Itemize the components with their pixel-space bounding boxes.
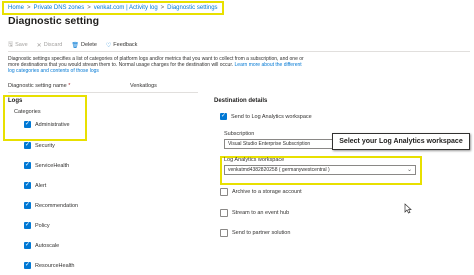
category-label: Alert bbox=[35, 182, 47, 189]
logs-heading: Logs bbox=[8, 98, 23, 104]
discard-label: Discard bbox=[43, 42, 63, 48]
delete-label: Delete bbox=[80, 42, 97, 48]
setting-name-label-text: Diagnostic setting name bbox=[8, 83, 67, 89]
discard-button[interactable]: ✕ Discard bbox=[37, 42, 63, 49]
workspace-label-text: Log Analytics workspace bbox=[224, 157, 285, 163]
archive-storage-label: Archive to a storage account bbox=[232, 189, 302, 195]
category-alert[interactable]: ✓ Alert bbox=[24, 182, 46, 189]
subscription-dropdown[interactable]: Visual Studio Enterprise Subscription bbox=[224, 139, 337, 149]
breadcrumb-home[interactable]: Home bbox=[8, 5, 24, 11]
breadcrumb-separator: > bbox=[87, 5, 91, 11]
delete-button[interactable]: 🗑 Delete bbox=[71, 42, 97, 49]
checkbox-unchecked-icon bbox=[220, 209, 228, 217]
breadcrumb-dns-zones[interactable]: Private DNS zones bbox=[34, 5, 85, 11]
category-label: Autoscale bbox=[35, 242, 60, 249]
category-label: Recommendation bbox=[35, 202, 79, 209]
breadcrumb-separator: > bbox=[160, 5, 165, 11]
close-icon: ✕ bbox=[36, 42, 42, 49]
workspace-dropdown[interactable]: venkatmd4382820258 ( germanywestcentral … bbox=[224, 165, 416, 175]
breadcrumb: Home > Private DNS zones > venkat.com | … bbox=[2, 1, 224, 15]
required-marker: * bbox=[68, 83, 71, 89]
workspace-label: Log Analytics workspace bbox=[224, 157, 284, 163]
checkbox-checked-icon: ✓ bbox=[24, 142, 31, 149]
callout-select-workspace: Select your Log Analytics workspace bbox=[332, 133, 470, 150]
workspace-value: venkatmd4382820258 ( germanywestcentral … bbox=[228, 167, 330, 173]
category-label: ResourceHealth bbox=[35, 262, 75, 269]
breadcrumb-separator: > bbox=[27, 5, 31, 11]
checkbox-checked-icon: ✓ bbox=[220, 113, 227, 120]
subscription-label: Subscription bbox=[224, 131, 255, 137]
send-log-analytics-label: Send to Log Analytics workspace bbox=[231, 113, 312, 120]
stream-event-hub-label: Stream to an event hub bbox=[232, 210, 290, 216]
category-servicehealth[interactable]: ✓ ServiceHealth bbox=[24, 162, 69, 169]
save-label: Save bbox=[15, 42, 28, 48]
checkbox-checked-icon: ✓ bbox=[24, 242, 31, 249]
categories-label: Categories bbox=[14, 109, 41, 115]
category-resourcehealth[interactable]: ✓ ResourceHealth bbox=[24, 262, 74, 269]
category-security[interactable]: ✓ Security bbox=[24, 142, 55, 149]
checkbox-checked-icon: ✓ bbox=[24, 222, 31, 229]
feedback-label: Feedback bbox=[113, 42, 138, 48]
description: Diagnostic settings specifies a list of … bbox=[8, 56, 308, 75]
archive-storage-checkbox[interactable]: Archive to a storage account bbox=[220, 188, 302, 196]
partner-solution-checkbox[interactable]: Send to partner solution bbox=[220, 229, 290, 237]
save-icon: 🖫 bbox=[8, 42, 14, 48]
feedback-icon: ♡ bbox=[105, 42, 112, 49]
checkbox-checked-icon: ✓ bbox=[24, 121, 31, 128]
category-label: Security bbox=[35, 142, 55, 149]
category-label: ServiceHealth bbox=[35, 162, 70, 169]
checkbox-checked-icon: ✓ bbox=[24, 182, 31, 189]
checkbox-unchecked-icon bbox=[220, 229, 228, 237]
category-label: Administrative bbox=[35, 121, 70, 128]
save-button[interactable]: 🖫 Save bbox=[8, 40, 28, 50]
trash-icon: 🗑 bbox=[71, 42, 79, 49]
destination-heading: Destination details bbox=[214, 98, 268, 104]
category-policy[interactable]: ✓ Policy bbox=[24, 222, 50, 229]
breadcrumb-diagnostic-settings[interactable]: Diagnostic settings bbox=[167, 5, 217, 11]
chevron-down-icon: ⌄ bbox=[406, 167, 412, 173]
checkbox-checked-icon: ✓ bbox=[24, 202, 31, 209]
breadcrumb-activity-log[interactable]: venkat.com | Activity log bbox=[94, 5, 158, 11]
setting-name-input[interactable]: Venkatlogs bbox=[130, 83, 157, 89]
category-autoscale[interactable]: ✓ Autoscale bbox=[24, 242, 59, 249]
checkbox-unchecked-icon bbox=[220, 188, 228, 196]
send-log-analytics-checkbox[interactable]: ✓ Send to Log Analytics workspace bbox=[220, 113, 312, 120]
setting-name-label: Diagnostic setting name * bbox=[8, 83, 70, 89]
partner-solution-label: Send to partner solution bbox=[232, 230, 291, 236]
stream-event-hub-checkbox[interactable]: Stream to an event hub bbox=[220, 209, 289, 217]
subscription-value: Visual Studio Enterprise Subscription bbox=[228, 141, 311, 147]
mouse-cursor-icon bbox=[404, 203, 412, 214]
checkbox-checked-icon: ✓ bbox=[24, 262, 31, 269]
category-administrative[interactable]: ✓ Administrative bbox=[24, 121, 70, 128]
feedback-button[interactable]: ♡ Feedback bbox=[106, 42, 138, 49]
category-recommendation[interactable]: ✓ Recommendation bbox=[24, 202, 78, 209]
category-label: Policy bbox=[35, 222, 50, 229]
page-title: Diagnostic setting bbox=[8, 15, 100, 27]
divider bbox=[8, 51, 470, 52]
toolbar: 🖫 Save ✕ Discard 🗑 Delete ♡ Feedback bbox=[8, 40, 137, 50]
divider bbox=[8, 92, 198, 93]
checkbox-checked-icon: ✓ bbox=[24, 162, 31, 169]
